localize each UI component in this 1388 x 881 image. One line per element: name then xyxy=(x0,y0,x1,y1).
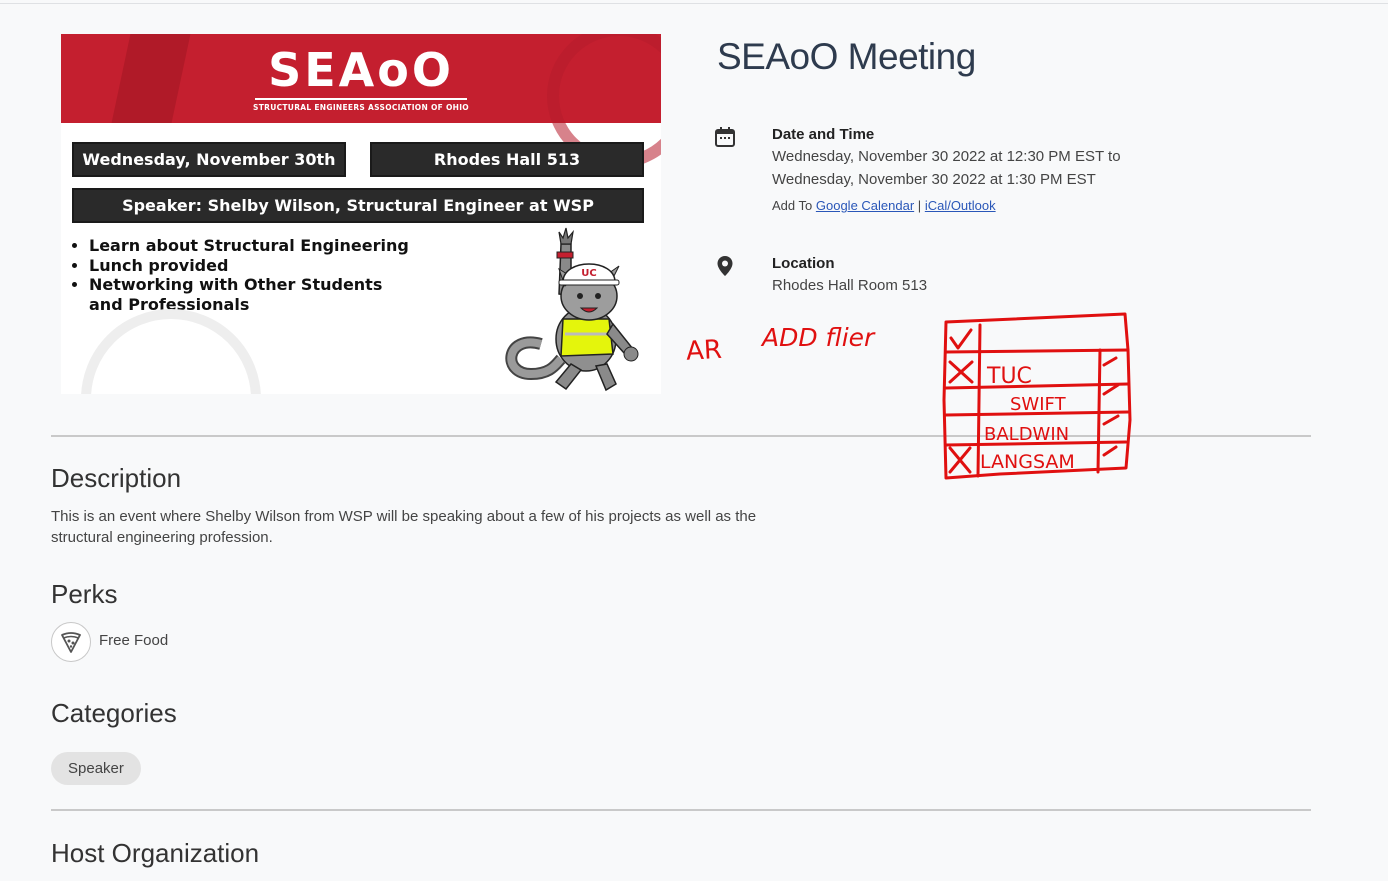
section-divider xyxy=(51,435,1311,437)
google-calendar-link[interactable]: Google Calendar xyxy=(816,198,914,213)
category-chip[interactable]: Speaker xyxy=(51,752,141,785)
bearcat-mascot-illustration: UC xyxy=(505,227,639,392)
flyer-banner: SEAoO STRUCTURAL ENGINEERS ASSOCIATION O… xyxy=(61,34,661,168)
date-time-label: Date and Time xyxy=(772,126,875,143)
flyer-date-bar: Wednesday, November 30th xyxy=(72,142,346,177)
ical-outlook-link[interactable]: iCal/Outlook xyxy=(925,198,996,213)
event-flyer-image: SEAoO STRUCTURAL ENGINEERS ASSOCIATION O… xyxy=(61,34,661,394)
location-label: Location xyxy=(772,255,835,272)
seaoo-logo: SEAoO STRUCTURAL ENGINEERS ASSOCIATION O… xyxy=(251,42,471,112)
annotation-ar: AR xyxy=(685,335,722,367)
annotation-row-4: LANGSAM xyxy=(980,451,1075,473)
add-to-prefix: Add To xyxy=(772,198,813,213)
annotation-add-flier: ADD flier xyxy=(760,323,876,352)
host-organization-heading: Host Organization xyxy=(51,838,260,868)
logo-text: SEAoO xyxy=(268,43,454,97)
annotation-row-1: TUC xyxy=(986,364,1032,389)
date-time-value: Wednesday, November 30 2022 at 12:30 PM … xyxy=(772,145,1121,191)
pizza-icon xyxy=(51,622,91,662)
annotation-table xyxy=(942,312,1132,480)
calendar-icon xyxy=(715,127,735,147)
event-title: SEAoO Meeting xyxy=(717,36,976,77)
pizza-slice-icon xyxy=(61,632,81,653)
location-value: Rhodes Hall Room 513 xyxy=(772,277,928,294)
map-pin-icon xyxy=(717,256,733,276)
add-to-calendar: Add To Google Calendar | iCal/Outlook xyxy=(772,198,996,213)
description-heading: Description xyxy=(51,463,182,493)
section-divider xyxy=(51,809,1311,811)
flyer-bullet: Networking with Other Students and Profe… xyxy=(89,275,419,314)
logo-subtitle: STRUCTURAL ENGINEERS ASSOCIATION OF OHIO xyxy=(253,103,469,112)
flyer-room-bar: Rhodes Hall 513 xyxy=(370,142,644,177)
date-time-end: Wednesday, November 30 2022 at 1:30 PM E… xyxy=(772,171,1096,188)
date-time-start: Wednesday, November 30 2022 at 12:30 PM … xyxy=(772,148,1121,165)
top-border xyxy=(0,3,1388,4)
banner-swoosh xyxy=(111,34,191,123)
annotation-row-2: SWIFT xyxy=(1010,394,1067,415)
flyer-speaker-bar: Speaker: Shelby Wilson, Structural Engin… xyxy=(72,188,644,223)
categories-heading: Categories xyxy=(51,698,177,728)
flyer-bullet: Learn about Structural Engineering xyxy=(89,236,419,256)
logo-underline xyxy=(255,98,467,100)
description-text: This is an event where Shelby Wilson fro… xyxy=(51,508,757,546)
watermark-graphic xyxy=(81,309,261,394)
flyer-bullet-list: Learn about Structural Engineering Lunch… xyxy=(71,236,419,314)
hat-badge: UC xyxy=(581,268,596,279)
perk-label: Free Food xyxy=(99,632,169,649)
perks-heading: Perks xyxy=(51,579,118,609)
link-separator: | xyxy=(917,198,922,213)
flyer-bullet: Lunch provided xyxy=(89,256,419,276)
